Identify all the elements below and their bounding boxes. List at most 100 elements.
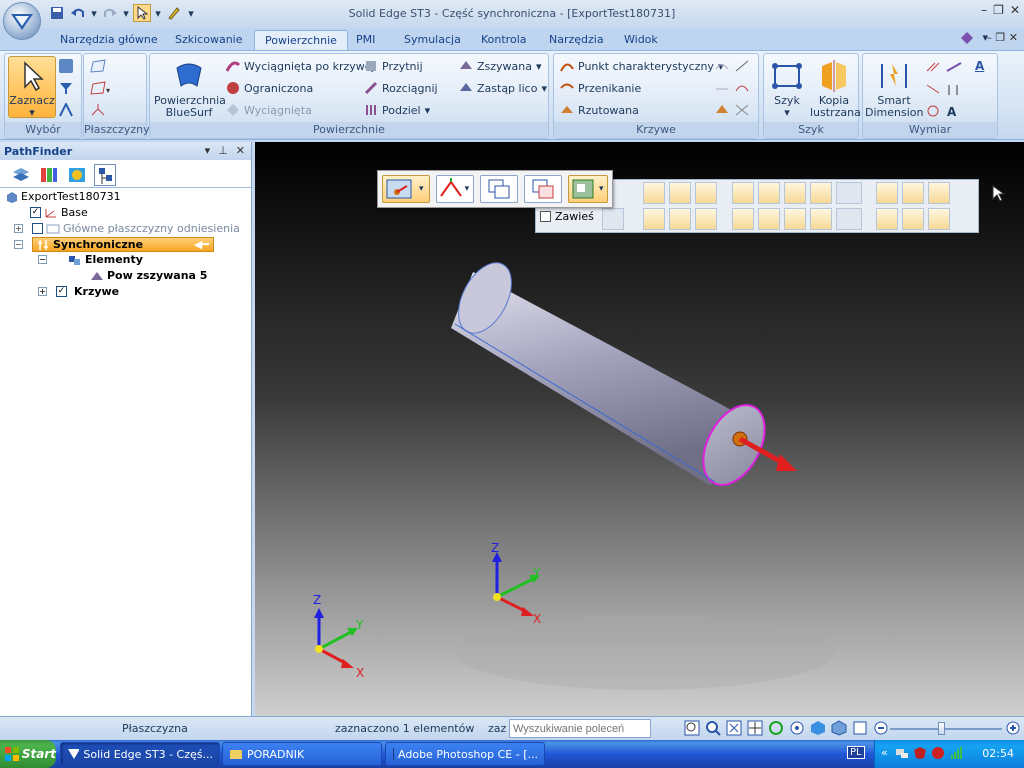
- color-tab-icon[interactable]: [38, 164, 60, 186]
- symmetric-xy-icon[interactable]: [758, 182, 780, 204]
- wyciagnieta-po-krzywej-button[interactable]: Wyciągnięta po krzywej: [226, 59, 375, 73]
- keypoint-tool-button[interactable]: ▾: [435, 175, 474, 203]
- tree-curves[interactable]: + ✓ Krzywe: [38, 285, 119, 298]
- relate-6-icon[interactable]: [928, 208, 950, 230]
- tree-base[interactable]: ✓ Base: [30, 206, 88, 219]
- spin-about-icon[interactable]: [789, 720, 805, 739]
- text-style-icon[interactable]: A: [975, 59, 984, 73]
- display-style-icon[interactable]: [852, 720, 868, 739]
- doc-window-controls[interactable]: – ❐ ✕: [986, 31, 1018, 44]
- expand-icon[interactable]: +: [38, 287, 47, 296]
- tree-elements[interactable]: − Elementy: [38, 253, 143, 266]
- restore-button[interactable]: ❐: [993, 3, 1004, 17]
- base-checkbox[interactable]: ✓: [30, 207, 41, 218]
- tree-reference-planes[interactable]: + Główne płaszczyzny odniesienia: [14, 222, 240, 235]
- save-settings-icon[interactable]: [602, 208, 624, 230]
- fit-icon[interactable]: [726, 720, 742, 739]
- collapse-icon[interactable]: −: [14, 240, 23, 249]
- shading-icon[interactable]: [831, 720, 847, 739]
- taskbar-item-poradnik[interactable]: PORADNIK: [222, 742, 382, 766]
- zoom-icon[interactable]: [705, 720, 721, 739]
- rzutowana-button[interactable]: Rzutowana: [560, 103, 639, 117]
- curve-tool-1-icon[interactable]: [714, 59, 750, 73]
- paste-tool-button[interactable]: [523, 175, 562, 203]
- minimize-button[interactable]: –: [981, 3, 987, 17]
- rotate-icon[interactable]: [768, 720, 784, 739]
- symmetric-icon[interactable]: [732, 182, 754, 204]
- close-button[interactable]: ✕: [1010, 3, 1020, 17]
- panel-close-icon[interactable]: ✕: [236, 144, 245, 157]
- relate-4-icon[interactable]: [876, 208, 898, 230]
- bluesurf-button[interactable]: Powierzchnia BlueSurf: [154, 60, 226, 119]
- align-custom-icon[interactable]: [836, 208, 862, 230]
- collapse-icon[interactable]: −: [38, 255, 47, 264]
- tab-widok[interactable]: Widok: [614, 30, 668, 50]
- quickpick-icon[interactable]: [59, 103, 73, 117]
- relate-2-icon[interactable]: [902, 182, 924, 204]
- przytnij-button[interactable]: Przytnij: [364, 59, 423, 73]
- tab-powierzchnie[interactable]: Powierzchnie: [254, 30, 348, 50]
- zoom-slider-track[interactable]: [890, 728, 1002, 730]
- concentric-icon[interactable]: [643, 182, 665, 204]
- tangent-icon[interactable]: [669, 182, 691, 204]
- zawies-option[interactable]: Zawieś: [540, 210, 594, 223]
- tab-narzedzia[interactable]: Narzędzia: [539, 30, 614, 50]
- relate-5-icon[interactable]: [902, 208, 924, 230]
- coplanar-icon[interactable]: [695, 182, 717, 204]
- curve-tool-2-icon[interactable]: [714, 81, 750, 95]
- tab-narzedzia-glowne[interactable]: Narzędzia główne: [50, 30, 168, 50]
- taskbar-item-solid-edge[interactable]: Solid Edge ST3 - Częś...: [60, 742, 220, 766]
- dimension-tool-3-icon[interactable]: A: [925, 103, 965, 119]
- wyciagnieta-button[interactable]: Wyciągnięta: [226, 103, 312, 117]
- tree-stitched-surface[interactable]: Pow zszywana 5: [90, 269, 207, 282]
- zoom-out-icon[interactable]: [873, 720, 889, 739]
- layers-tab-icon[interactable]: [10, 164, 32, 186]
- symmetric-custom-icon[interactable]: [836, 182, 862, 204]
- punkt-charakterystyczny-button[interactable]: Punkt charakterystyczny ▾: [560, 59, 723, 73]
- align-icon[interactable]: [732, 208, 754, 230]
- plane-coord-icon[interactable]: [90, 103, 106, 117]
- viewport-corner-icon[interactable]: [991, 184, 1006, 205]
- relate-1-icon[interactable]: [876, 182, 898, 204]
- ograniczona-button[interactable]: Ograniczona: [226, 81, 313, 95]
- szyk-button[interactable]: Szyk ▾: [766, 60, 808, 119]
- volume-icon[interactable]: [949, 746, 963, 763]
- align-zx-icon[interactable]: [810, 208, 832, 230]
- antivirus-icon[interactable]: [931, 746, 945, 763]
- curves-checkbox[interactable]: ✓: [56, 286, 67, 297]
- copy-tool-button[interactable]: [479, 175, 518, 203]
- kopia-lustrzana-button[interactable]: Kopia lustrzana: [810, 60, 861, 119]
- parallel-icon[interactable]: [643, 208, 665, 230]
- gradient-tab-icon[interactable]: [66, 164, 88, 186]
- przenikanie-button[interactable]: Przenikanie: [560, 81, 641, 95]
- network-icon[interactable]: [895, 746, 909, 763]
- dimension-tool-1-icon[interactable]: [925, 59, 965, 75]
- align-xy-icon[interactable]: [758, 208, 780, 230]
- select-mode-icon[interactable]: [59, 59, 73, 73]
- zawies-checkbox[interactable]: [540, 211, 551, 222]
- tab-pmi[interactable]: PMI: [346, 30, 385, 50]
- dimension-tool-2-icon[interactable]: [925, 81, 965, 97]
- pin-icon[interactable]: ⊥: [218, 144, 228, 157]
- smart-dimension-button[interactable]: Smart Dimension: [865, 60, 923, 119]
- rozciagnij-button[interactable]: Rozciągnij: [364, 81, 438, 95]
- view-orient-icon[interactable]: [810, 720, 826, 739]
- expand-icon[interactable]: +: [14, 224, 23, 233]
- align-yz-icon[interactable]: [784, 208, 806, 230]
- symmetric-yz-icon[interactable]: [784, 182, 806, 204]
- zaznacz-button[interactable]: Zaznacz ▾: [8, 56, 56, 119]
- start-button[interactable]: Start: [0, 740, 56, 768]
- tab-kontrola[interactable]: Kontrola: [471, 30, 537, 50]
- tree-root[interactable]: ExportTest180731: [6, 190, 121, 203]
- symmetric-zx-icon[interactable]: [810, 182, 832, 204]
- curve-tool-3-icon[interactable]: [714, 103, 750, 117]
- zoom-in-icon[interactable]: [1005, 720, 1021, 739]
- pan-icon[interactable]: [747, 720, 763, 739]
- command-search-input[interactable]: [509, 719, 651, 738]
- coaxial-icon[interactable]: [669, 208, 691, 230]
- language-indicator[interactable]: PL: [847, 746, 865, 759]
- security-icon[interactable]: [913, 746, 927, 763]
- zoom-slider-thumb[interactable]: [938, 722, 945, 735]
- relate-3-icon[interactable]: [928, 182, 950, 204]
- tab-symulacja[interactable]: Symulacja: [394, 30, 471, 50]
